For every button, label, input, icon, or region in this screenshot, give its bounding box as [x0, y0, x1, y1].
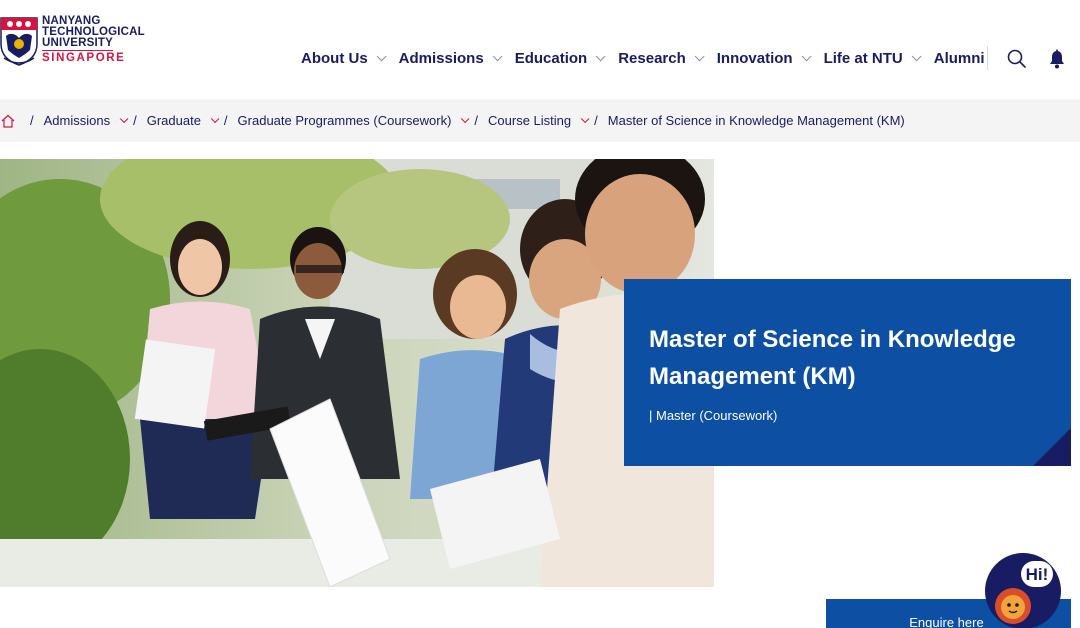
- breadcrumb-item-label: Course Listing: [488, 113, 572, 128]
- nav-item-about-us[interactable]: About Us: [301, 49, 387, 67]
- breadcrumb-separator: /: [474, 113, 479, 128]
- hero-image: [0, 159, 714, 587]
- corner-accent-icon: [1033, 428, 1071, 466]
- breadcrumb-item-admissions[interactable]: Admissions: [44, 113, 129, 128]
- chevron-down-icon: [595, 50, 606, 61]
- breadcrumb: / Admissions / Graduate / Graduate Progr…: [0, 99, 1080, 142]
- nav-item-admissions[interactable]: Admissions: [398, 49, 503, 67]
- hero-panel: Master of Science in Knowledge Managemen…: [624, 279, 1071, 466]
- search-icon: [1007, 49, 1026, 68]
- nav-item-label: Alumni: [933, 49, 985, 67]
- programme-type: | Master (Coursework): [649, 408, 778, 423]
- nav-item-label: Education: [514, 49, 588, 67]
- breadcrumb-separator: /: [30, 113, 34, 128]
- nav-item-label: Innovation: [716, 49, 793, 67]
- chevron-down-icon: [119, 114, 129, 123]
- logo-line-3: UNIVERSITY: [42, 37, 114, 51]
- nav-item-label: About Us: [301, 49, 368, 67]
- nav-item-alumni[interactable]: Alumni: [934, 50, 985, 67]
- breadcrumb-item-graduate[interactable]: Graduate: [147, 113, 220, 128]
- breadcrumb-separator: /: [133, 113, 137, 128]
- notification-button[interactable]: [1046, 48, 1068, 70]
- chevron-down-icon: [210, 114, 220, 123]
- nav-item-label: Life at NTU: [823, 49, 903, 67]
- breadcrumb-current: Master of Science in Knowledge Managemen…: [607, 113, 905, 128]
- logo-wordmark: NANYANG TECHNOLOGICAL UNIVERSITY SINGAPO…: [42, 15, 145, 64]
- chevron-down-icon: [801, 50, 812, 61]
- breadcrumb-separator: /: [223, 113, 228, 128]
- breadcrumb-item-label: Admissions: [43, 113, 111, 128]
- chevron-down-icon: [581, 114, 590, 123]
- enquire-button-label: Enquire here: [909, 615, 984, 628]
- chatbot-mascot-icon: Hi!: [985, 553, 1061, 628]
- bell-icon: [1050, 49, 1064, 69]
- chevron-down-icon: [694, 50, 705, 61]
- nav-divider: [987, 46, 988, 70]
- chatbot-bubble-text: Hi!: [1026, 565, 1049, 584]
- breadcrumb-separator: /: [594, 113, 598, 128]
- ntu-crest-icon: [0, 17, 38, 66]
- breadcrumb-item-label: Graduate: [146, 113, 201, 128]
- chevron-down-icon: [461, 114, 470, 123]
- chevron-down-icon: [911, 50, 922, 61]
- search-button[interactable]: [1006, 48, 1028, 70]
- hero-photo: [0, 159, 714, 587]
- nav-item-education[interactable]: Education: [514, 49, 606, 67]
- site-header: NANYANG TECHNOLOGICAL UNIVERSITY SINGAPO…: [0, 0, 1080, 100]
- breadcrumb-item-label: Graduate Programmes (Coursework): [237, 113, 452, 128]
- breadcrumb-item-graduate-programmes[interactable]: Graduate Programmes (Coursework): [238, 113, 471, 128]
- logo-line-4: SINGAPORE: [42, 52, 126, 64]
- nav-item-innovation[interactable]: Innovation: [716, 49, 812, 67]
- nav-item-label: Research: [618, 49, 686, 67]
- breadcrumb-item-course-listing[interactable]: Course Listing: [488, 113, 590, 128]
- main-nav: About Us Admissions Education Research I…: [301, 48, 1001, 68]
- nav-item-life-at-ntu[interactable]: Life at NTU: [823, 49, 922, 67]
- home-icon[interactable]: [0, 113, 16, 129]
- nav-item-research[interactable]: Research: [618, 49, 705, 67]
- chatbot-launcher[interactable]: Hi!: [983, 551, 1063, 628]
- page-title: Master of Science in Knowledge Managemen…: [649, 326, 1016, 390]
- chevron-down-icon: [492, 50, 503, 61]
- nav-item-label: Admissions: [398, 49, 484, 67]
- chevron-down-icon: [376, 50, 387, 61]
- ntu-logo[interactable]: NANYANG TECHNOLOGICAL UNIVERSITY SINGAPO…: [0, 15, 145, 66]
